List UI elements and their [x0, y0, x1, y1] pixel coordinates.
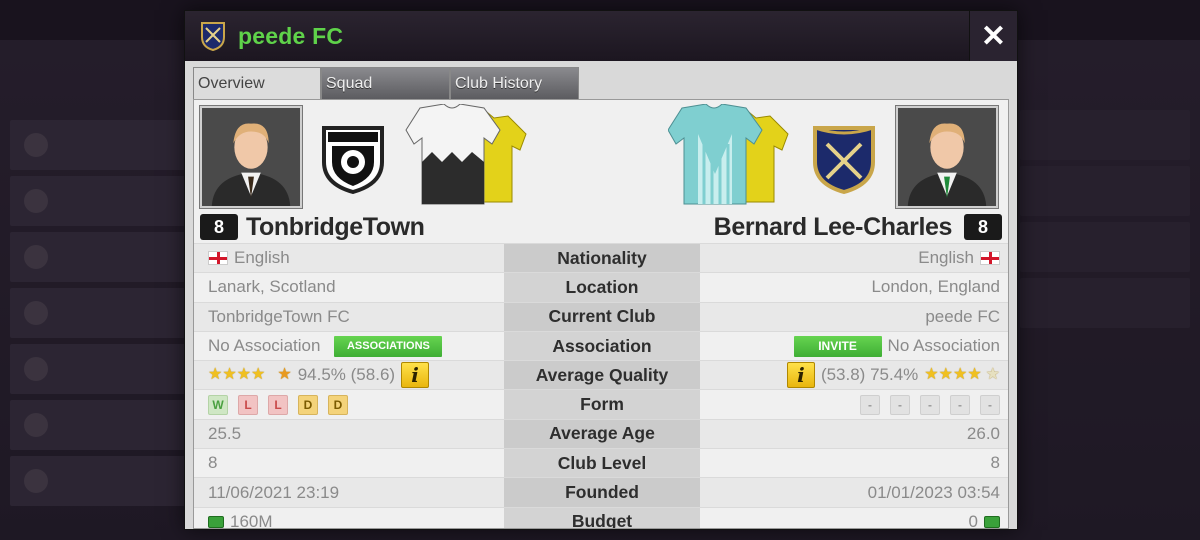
- table-row: 8 Club Level 8: [194, 448, 1008, 478]
- right-club-crest-icon: [813, 126, 875, 194]
- table-row: ★ ★ ★ ★ ★ 94.5% (58.6) i Average Quality i …: [194, 360, 1008, 390]
- star-icon: ★: [251, 366, 266, 384]
- left-manager-avatar: [200, 106, 302, 208]
- right-nationality: English: [918, 248, 974, 268]
- money-icon: [208, 515, 224, 528]
- right-location: London, England: [871, 277, 1000, 297]
- england-flag-icon: [208, 251, 228, 266]
- form-result: W: [208, 394, 228, 415]
- table-row: Lanark, Scotland Location London, Englan…: [194, 272, 1008, 302]
- table-row: English Nationality English: [194, 243, 1008, 273]
- comparison-table: English Nationality English Lanark, Scot…: [194, 243, 1008, 529]
- right-founded: 01/01/2023 03:54: [867, 482, 1000, 502]
- left-club-kit-icon: [405, 104, 527, 205]
- left-manager-name[interactable]: TonbridgeTown: [246, 213, 425, 242]
- form-result: -: [920, 394, 940, 415]
- half-star-icon: ★: [985, 366, 1000, 384]
- tab-club-history[interactable]: Club History: [450, 67, 579, 99]
- star-icon: ★: [236, 366, 252, 384]
- tab-squad[interactable]: Squad: [321, 67, 450, 99]
- table-row: No Association ASSOCIATIONS Association …: [194, 330, 1008, 361]
- left-association: No Association: [208, 336, 321, 356]
- star-icon: ★: [952, 366, 968, 384]
- right-form: - - - - -: [700, 394, 1008, 415]
- right-manager-level-badge: 8: [964, 214, 1002, 240]
- table-row: TonbridgeTown FC Current Club peede FC: [194, 301, 1008, 331]
- form-result: D: [298, 394, 318, 415]
- left-founded: 11/06/2021 23:19: [208, 482, 340, 502]
- associations-button[interactable]: ASSOCIATIONS: [334, 335, 443, 357]
- form-result: -: [890, 394, 910, 415]
- modal-header: peede FC ✕: [185, 11, 1017, 61]
- right-manager-avatar: [896, 106, 998, 208]
- row-label: Form: [504, 390, 700, 419]
- form-result: L: [238, 394, 258, 415]
- left-average-age: 25.5: [208, 423, 242, 443]
- half-star-icon: ★: [277, 366, 292, 384]
- right-average-age: 26.0: [966, 423, 1000, 443]
- table-row: 11/06/2021 23:19 Founded 01/01/2023 03:5…: [194, 477, 1008, 507]
- right-budget: 0: [968, 511, 978, 529]
- star-icon: ★: [222, 366, 237, 384]
- table-row: W L L D D Form - - - - -: [194, 389, 1008, 419]
- row-label: Current Club: [504, 302, 700, 331]
- star-icon: ★: [938, 366, 953, 384]
- left-current-club: TonbridgeTown FC: [208, 306, 350, 326]
- left-nationality: English: [234, 248, 290, 268]
- star-icon: ★: [208, 366, 223, 384]
- form-result: -: [860, 394, 880, 415]
- tab-bar: Overview Squad Club History: [193, 67, 579, 99]
- left-club-level: 8: [208, 453, 218, 473]
- table-row: 25.5 Average Age 26.0: [194, 418, 1008, 449]
- info-icon[interactable]: i: [786, 362, 815, 389]
- row-label: Location: [504, 273, 700, 302]
- club-comparison-modal: peede FC ✕ Overview Squad Club History 8…: [184, 10, 1018, 530]
- star-icon: ★: [967, 366, 982, 384]
- money-icon: [984, 515, 1000, 528]
- form-result: D: [328, 394, 348, 415]
- left-location: Lanark, Scotland: [208, 277, 336, 297]
- tab-overview[interactable]: Overview: [193, 67, 321, 99]
- right-manager-name[interactable]: Bernard Lee-Charles: [714, 213, 953, 242]
- form-result: L: [268, 394, 288, 415]
- close-icon[interactable]: ✕: [981, 19, 1006, 54]
- modal-title: peede FC: [238, 22, 344, 49]
- close-button[interactable]: ✕: [969, 11, 1017, 61]
- left-quality-stars: ★ ★ ★ ★: [208, 367, 265, 383]
- left-form: W L L D D: [194, 394, 504, 415]
- overview-panel: 8 TonbridgeTown Bernard Lee-Charles 8 En…: [193, 99, 1009, 529]
- row-label: Association: [504, 331, 700, 361]
- row-label: Founded: [504, 478, 700, 507]
- table-row: 160M Budget 0: [194, 506, 1008, 529]
- left-manager-level-badge: 8: [200, 214, 238, 240]
- club-crest-icon: [201, 22, 225, 51]
- invite-button[interactable]: INVITE: [793, 335, 882, 357]
- form-result: -: [980, 394, 1000, 415]
- right-average-quality: (53.8) 75.4%: [820, 365, 919, 385]
- right-current-club: peede FC: [925, 306, 1000, 326]
- right-club-kit-icon: [668, 104, 789, 205]
- star-icon: ★: [924, 366, 939, 384]
- left-average-quality: 94.5% (58.6): [297, 365, 396, 385]
- form-result: -: [950, 394, 970, 415]
- row-label: Nationality: [504, 244, 700, 273]
- right-association: No Association: [887, 336, 1000, 356]
- row-label: Club Level: [504, 449, 700, 478]
- row-label: Budget: [504, 507, 700, 528]
- england-flag-icon: [980, 251, 1000, 266]
- right-club-level: 8: [990, 453, 1000, 473]
- left-budget: 160M: [230, 511, 273, 529]
- left-club-crest-icon: [322, 126, 384, 194]
- info-icon[interactable]: i: [401, 362, 430, 389]
- right-quality-stars: ★ ★ ★ ★ ★: [924, 367, 1000, 383]
- row-label: Average Age: [504, 419, 700, 449]
- row-label: Average Quality: [504, 361, 700, 390]
